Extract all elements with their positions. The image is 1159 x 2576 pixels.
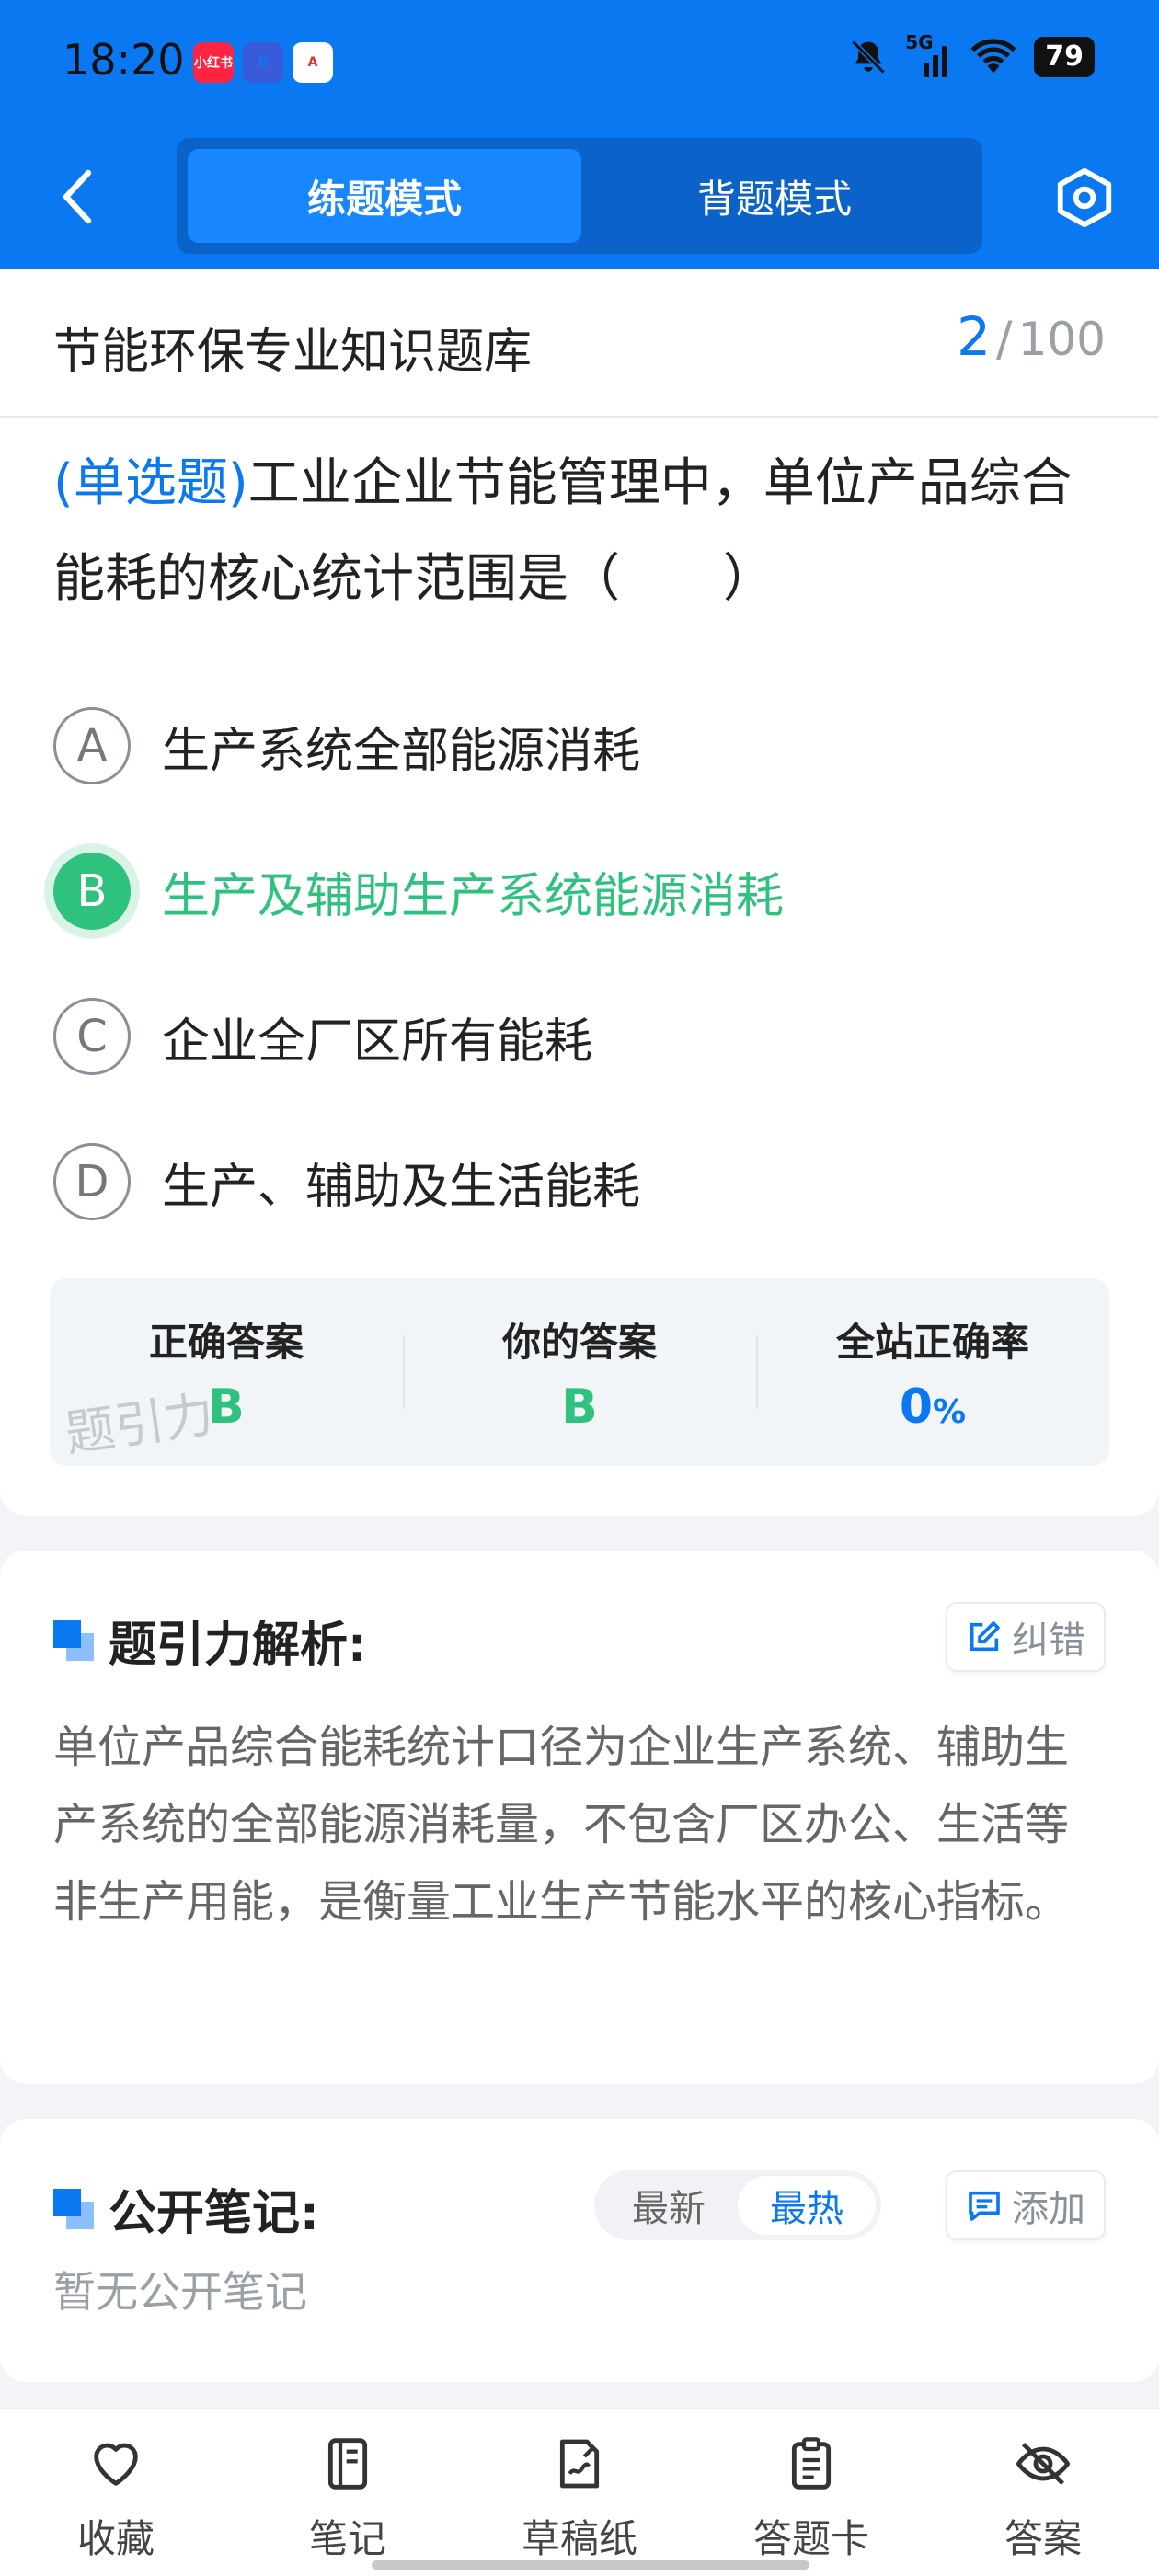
question-card: 节能环保专业知识题库 2/100 (单选题)工业企业节能管理中，单位产品综合能耗… bbox=[0, 269, 1159, 1516]
add-note-label: 添加 bbox=[1012, 2188, 1085, 2230]
option-text: 生产及辅助生产系统能源消耗 bbox=[162, 868, 785, 924]
chevron-left-icon bbox=[63, 169, 92, 224]
option-letter: C bbox=[53, 998, 131, 1075]
report-error-button[interactable]: 纠错 bbox=[946, 1602, 1106, 1672]
answer-summary: 正确答案 B 题引力 你的答案 B 全站正确率 0% bbox=[50, 1278, 1109, 1466]
correct-answer-label: 正确答案 bbox=[148, 1320, 304, 1365]
tab-label: 收藏 bbox=[76, 2516, 155, 2561]
option-list: A 生产系统全部能源消耗 B 生产及辅助生产系统能源消耗 C 企业全厂区所有能耗… bbox=[53, 673, 1111, 1254]
mode-switch: 练题模式 背题模式 bbox=[177, 138, 982, 254]
status-time: 18:20 bbox=[63, 35, 185, 85]
your-answer-column: 你的答案 B bbox=[403, 1278, 756, 1466]
analysis-card: 题引力解析: 纠错 单位产品综合能耗统计口径为企业生产系统、辅助生产系统的全部能… bbox=[0, 1551, 1159, 2084]
option-text: 生产系统全部能源消耗 bbox=[162, 723, 641, 779]
xiaohongshu-app-icon: 小红书 bbox=[193, 42, 234, 83]
total-question-count: 100 bbox=[1017, 313, 1106, 366]
option-letter: A bbox=[53, 707, 131, 784]
notes-title: 公开笔记: bbox=[109, 2186, 319, 2241]
mute-bell-icon bbox=[851, 40, 886, 74]
public-notes-card: 公开笔记: 最新 最热 添加 暂无公开笔记 bbox=[0, 2119, 1159, 2382]
option-c[interactable]: C 企业全厂区所有能耗 bbox=[53, 964, 1111, 1109]
notebook-icon bbox=[327, 2438, 368, 2490]
battery-indicator: 79 bbox=[1034, 37, 1095, 77]
sort-hottest[interactable]: 最热 bbox=[738, 2176, 876, 2235]
tab-label: 草稿纸 bbox=[521, 2516, 637, 2561]
settings-button[interactable] bbox=[1052, 166, 1117, 230]
question-type: (单选题) bbox=[53, 453, 248, 513]
site-accuracy-column: 全站正确率 0% bbox=[756, 1278, 1109, 1466]
bottom-toolbar: 收藏 笔记 草稿纸 答题卡 答案 bbox=[0, 2408, 1159, 2576]
question-stem: (单选题)工业企业节能管理中，单位产品综合能耗的核心统计范围是（ ） bbox=[53, 436, 1111, 627]
option-letter: B bbox=[53, 853, 131, 930]
analysis-text: 单位产品综合能耗统计口径为企业生产系统、辅助生产系统的全部能源消耗量，不包含厂区… bbox=[53, 1722, 1070, 1928]
system-icons: 5G 79 bbox=[848, 31, 1095, 77]
nav-bar: 练题模式 背题模式 bbox=[0, 138, 1159, 258]
sort-newest[interactable]: 最新 bbox=[600, 2176, 738, 2235]
tab-notes[interactable]: 笔记 bbox=[232, 2409, 464, 2576]
tab-answer[interactable]: 答案 bbox=[927, 2409, 1159, 2576]
eye-off-icon bbox=[1016, 2442, 1071, 2486]
notification-app-icons: 小红书 U A bbox=[193, 42, 333, 83]
tab-label: 答案 bbox=[1004, 2516, 1082, 2561]
site-accuracy-label: 全站正确率 bbox=[835, 1320, 1029, 1365]
option-b[interactable]: B 生产及辅助生产系统能源消耗 bbox=[53, 819, 1111, 964]
bank-header: 节能环保专业知识题库 2/100 bbox=[0, 269, 1159, 418]
your-answer-label: 你的答案 bbox=[501, 1320, 657, 1365]
wifi-icon bbox=[970, 39, 1016, 74]
clipboard-icon bbox=[791, 2437, 832, 2490]
analysis-heading: 题引力解析: bbox=[53, 1606, 367, 1675]
question-progress: 2/100 bbox=[957, 305, 1106, 368]
back-button[interactable] bbox=[48, 164, 107, 230]
accuracy-unit: % bbox=[933, 1393, 967, 1431]
notes-empty-text: 暂无公开笔记 bbox=[53, 2267, 307, 2317]
option-text: 生产、辅助及生活能耗 bbox=[162, 1159, 641, 1215]
edit-icon bbox=[970, 1621, 1000, 1652]
add-note-button[interactable]: 添加 bbox=[946, 2170, 1106, 2240]
report-error-label: 纠错 bbox=[1012, 1620, 1085, 1662]
top-header: 18:20 小红书 U A 5G 79 练题模式 背题模式 bbox=[0, 0, 1159, 269]
section-square-icon bbox=[53, 2188, 94, 2229]
tab-label: 笔记 bbox=[308, 2516, 386, 2561]
option-a[interactable]: A 生产系统全部能源消耗 bbox=[53, 673, 1111, 819]
correct-answer-column: 正确答案 B 题引力 bbox=[50, 1278, 403, 1466]
your-answer-value: B bbox=[561, 1380, 598, 1435]
tab-label: 答题卡 bbox=[752, 2516, 869, 2561]
section-square-icon bbox=[53, 1620, 94, 1661]
notes-heading: 公开笔记: bbox=[53, 2174, 319, 2243]
accuracy-number: 0 bbox=[899, 1380, 934, 1435]
tab-favorite[interactable]: 收藏 bbox=[0, 2409, 232, 2576]
status-bar: 18:20 小红书 U A 5G 79 bbox=[0, 0, 1159, 129]
tab-memorize-mode[interactable]: 背题模式 bbox=[578, 149, 971, 243]
tab-draft-paper[interactable]: 草稿纸 bbox=[464, 2409, 695, 2576]
question-bank-title: 节能环保专业知识题库 bbox=[53, 325, 533, 380]
signal-5g-icon: 5G bbox=[905, 31, 953, 77]
tab-practice-mode[interactable]: 练题模式 bbox=[188, 149, 581, 243]
notes-sort-toggle: 最新 最热 bbox=[594, 2170, 881, 2240]
app-u-icon: U bbox=[243, 42, 283, 83]
tab-answer-sheet[interactable]: 答题卡 bbox=[695, 2409, 927, 2576]
option-text: 企业全厂区所有能耗 bbox=[162, 1013, 593, 1070]
home-indicator[interactable] bbox=[372, 2560, 809, 2570]
analysis-title: 题引力解析: bbox=[109, 1618, 367, 1673]
comment-icon bbox=[969, 2191, 1000, 2221]
app-a-icon: A bbox=[293, 42, 333, 83]
heart-icon bbox=[94, 2443, 138, 2486]
site-accuracy-value: 0% bbox=[756, 1380, 1109, 1435]
option-letter: D bbox=[53, 1143, 131, 1220]
draft-paper-icon bbox=[559, 2439, 600, 2489]
current-question-number: 2 bbox=[957, 305, 992, 368]
hexagon-settings-icon bbox=[1057, 167, 1112, 228]
option-d[interactable]: D 生产、辅助及生活能耗 bbox=[53, 1109, 1111, 1254]
progress-separator: / bbox=[996, 312, 1013, 367]
